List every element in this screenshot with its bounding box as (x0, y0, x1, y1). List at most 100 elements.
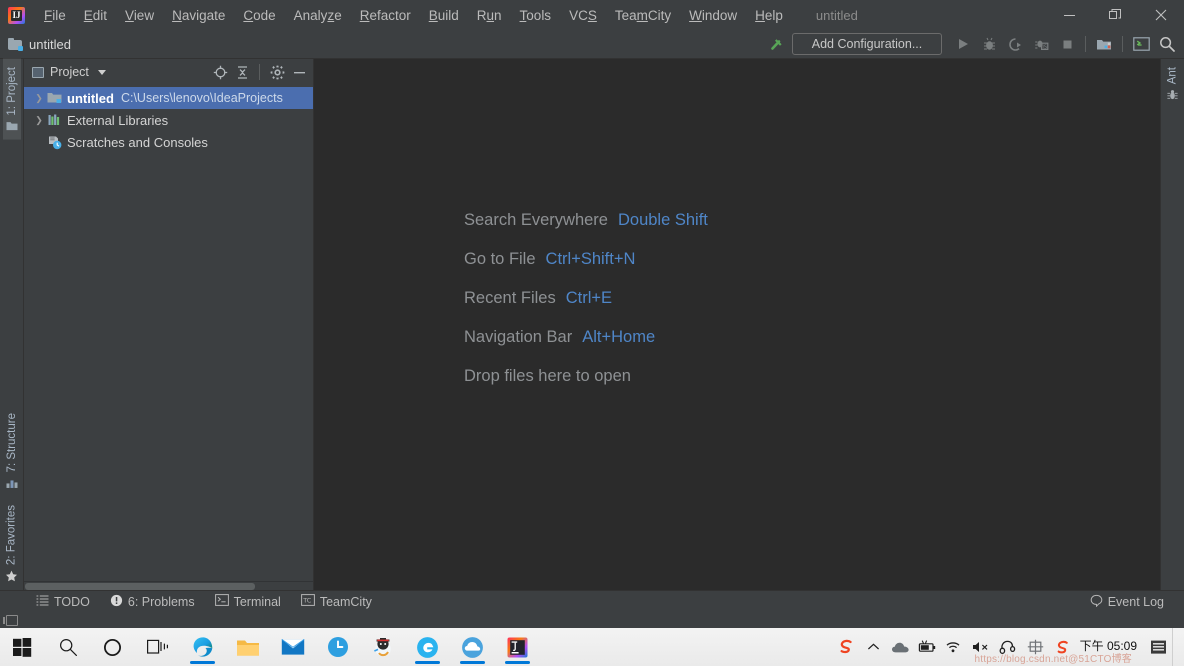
tip-shortcut-label: Alt+Home (582, 328, 655, 347)
tree-node-external-libraries[interactable]: ❯ External Libraries (24, 109, 313, 131)
menu-edit[interactable]: Edit (75, 4, 116, 27)
menu-run[interactable]: Run (468, 4, 511, 27)
hide-icon[interactable] (289, 62, 309, 82)
menu-build[interactable]: Build (420, 4, 468, 27)
run-with-coverage-icon[interactable] (1002, 32, 1028, 56)
menu-tools[interactable]: Tools (511, 4, 561, 27)
show-desktop-button[interactable] (1172, 628, 1180, 666)
project-tree-horizontal-scrollbar[interactable] (24, 581, 313, 590)
mail-button[interactable] (270, 628, 315, 666)
cortana-button[interactable] (90, 628, 135, 666)
intellij-button[interactable] (495, 628, 540, 666)
chevron-right-icon[interactable]: ❯ (32, 115, 46, 126)
profiler-icon[interactable]: IS (1028, 32, 1054, 56)
menu-navigate[interactable]: Navigate (163, 4, 234, 27)
run-icon[interactable] (950, 32, 976, 56)
speaker-muted-icon[interactable] (968, 628, 995, 666)
tip-action-label: Recent Files (464, 289, 556, 308)
tip-drop-files: Drop files here to open (464, 367, 708, 386)
browser-button[interactable] (405, 628, 450, 666)
clock-app-button[interactable] (315, 628, 360, 666)
tree-node-path: C:\Users\lenovo\IdeaProjects (121, 91, 283, 105)
select-opened-file-icon[interactable] (210, 62, 230, 82)
tree-node-untitled[interactable]: ❯ untitled C:\Users\lenovo\IdeaProjects (24, 87, 313, 109)
taskbar-clock[interactable]: 下午 05:09 (1076, 640, 1145, 654)
run-configuration-selector[interactable]: Add Configuration... (792, 33, 942, 55)
battery-tray-icon[interactable] (914, 628, 941, 666)
bottom-tab-problems[interactable]: 6: Problems (100, 592, 205, 612)
show-hidden-icons-button[interactable] (860, 628, 887, 666)
close-button[interactable] (1138, 0, 1184, 30)
terminal-icon[interactable] (1128, 32, 1154, 56)
tip-shortcut-label: Ctrl+E (566, 289, 612, 308)
tip-action-label: Search Everywhere (464, 211, 608, 230)
system-tray: 下午 05:09 (833, 628, 1184, 666)
sidebar-item-structure[interactable]: 7: Structure (3, 405, 21, 496)
project-tree[interactable]: ❯ untitled C:\Users\lenovo\IdeaProjects … (24, 85, 313, 581)
sidebar-item-ant-label: Ant (1167, 67, 1179, 84)
file-explorer-button[interactable] (225, 628, 270, 666)
menu-vcs[interactable]: VCS (560, 4, 606, 27)
sogou-input-tray-icon[interactable] (1049, 628, 1076, 666)
project-folder-icon (8, 38, 23, 51)
tip-action-label: Go to File (464, 250, 536, 269)
menu-file[interactable]: File (35, 4, 75, 27)
scratches-icon (46, 135, 64, 150)
tree-node-label: Scratches and Consoles (67, 135, 208, 150)
search-button[interactable] (45, 628, 90, 666)
menu-help[interactable]: Help (746, 4, 792, 27)
structure-icon (6, 478, 18, 489)
chinese-ime-icon[interactable] (1022, 628, 1049, 666)
breadcrumb[interactable]: untitled (8, 37, 71, 52)
bottom-tab-teamcity[interactable]: TC TeamCity (291, 592, 382, 611)
maximize-restore-button[interactable] (1092, 0, 1138, 30)
scrollbar-thumb[interactable] (25, 583, 255, 590)
sidebar-item-structure-label: 7: Structure (6, 413, 18, 472)
sidebar-item-ant[interactable]: Ant (1163, 59, 1182, 109)
menu-refactor[interactable]: Refactor (351, 4, 420, 27)
build-hammer-icon[interactable] (764, 32, 790, 56)
cloud-button[interactable] (450, 628, 495, 666)
qq-button[interactable] (360, 628, 405, 666)
menu-code[interactable]: Code (234, 4, 284, 27)
edge-button[interactable] (180, 628, 225, 666)
window-controls (1046, 0, 1184, 30)
status-bar-right: Event Log (1080, 592, 1184, 612)
left-tool-window-bar: 1: Project 7: Structure (0, 59, 24, 590)
bottom-tab-problems-label: 6: Problems (128, 595, 195, 609)
memory-indicator-icon[interactable] (6, 615, 18, 626)
gear-icon[interactable] (267, 62, 287, 82)
tool-window-icon (32, 67, 44, 78)
start-button[interactable] (0, 628, 45, 666)
headphones-tray-icon[interactable] (995, 628, 1022, 666)
task-view-button[interactable] (135, 628, 180, 666)
sogou-tray-icon[interactable] (833, 628, 860, 666)
wifi-tray-icon[interactable] (941, 628, 968, 666)
editor-empty-area[interactable]: Search Everywhere Double Shift Go to Fil… (314, 59, 1160, 590)
tip-go-to-file: Go to File Ctrl+Shift+N (464, 250, 708, 269)
tree-node-scratches-and-consoles[interactable]: Scratches and Consoles (24, 131, 313, 153)
tip-recent-files: Recent Files Ctrl+E (464, 289, 708, 308)
menu-analyze[interactable]: Analyze (285, 4, 351, 27)
menu-view[interactable]: View (116, 4, 163, 27)
notification-center-icon[interactable] (1145, 628, 1172, 666)
collapse-all-icon[interactable] (232, 62, 252, 82)
search-everywhere-icon[interactable] (1154, 32, 1180, 56)
menu-teamcity[interactable]: TeamCity (606, 4, 680, 27)
bottom-tab-terminal[interactable]: Terminal (205, 592, 291, 611)
toolbar-divider (1085, 36, 1086, 52)
minimize-button[interactable] (1046, 0, 1092, 30)
tree-node-label: untitled (67, 91, 114, 106)
debug-icon[interactable] (976, 32, 1002, 56)
project-structure-icon[interactable] (1091, 32, 1117, 56)
event-log-button[interactable]: Event Log (1080, 592, 1174, 612)
chevron-right-icon[interactable]: ❯ (32, 93, 46, 104)
onedrive-tray-icon[interactable] (887, 628, 914, 666)
sidebar-item-favorites[interactable]: 2: Favorites (2, 497, 21, 590)
menu-window[interactable]: Window (680, 4, 746, 27)
stop-icon[interactable] (1054, 32, 1080, 56)
sidebar-item-project[interactable]: 1: Project (3, 59, 21, 140)
teamcity-icon: TC (301, 594, 315, 609)
project-tool-window-title[interactable]: Project (32, 65, 106, 79)
bottom-tab-todo[interactable]: TODO (26, 592, 100, 611)
